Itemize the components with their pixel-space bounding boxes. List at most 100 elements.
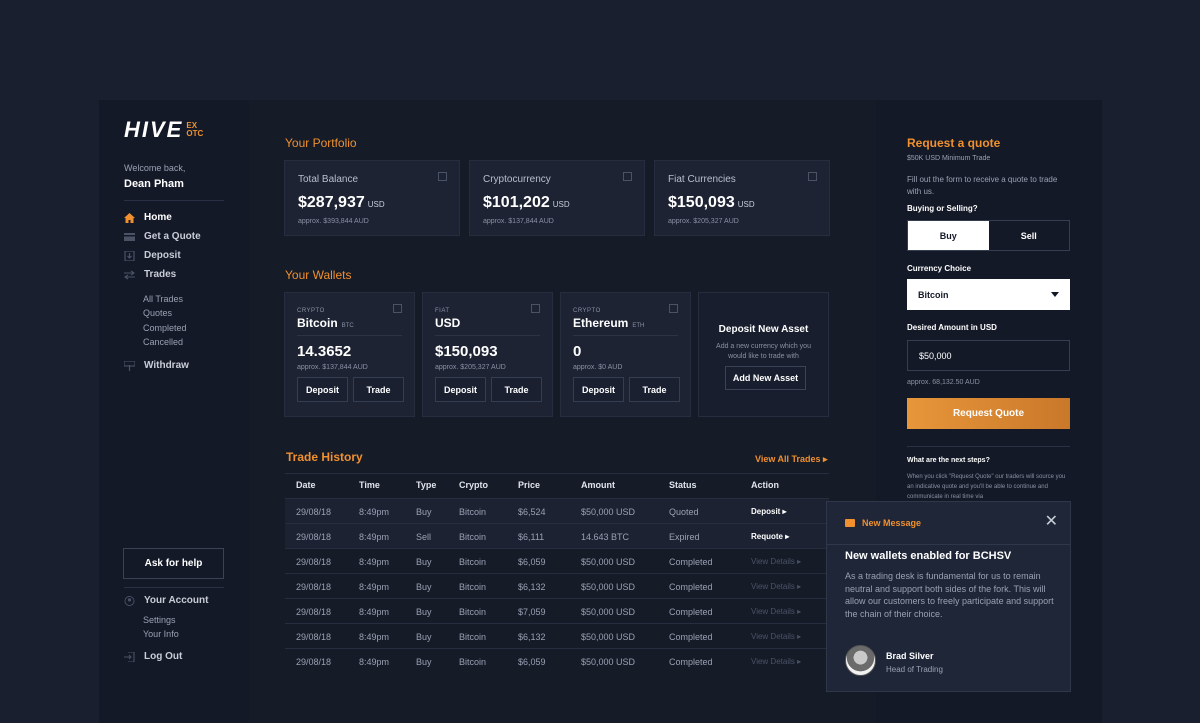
external-link-icon[interactable]	[808, 172, 817, 181]
nav-trades[interactable]: Trades	[124, 269, 176, 280]
row-action-link[interactable]: View Details ▸	[751, 657, 801, 666]
trade-button[interactable]: Trade	[353, 377, 404, 402]
nav-home[interactable]: Home	[124, 212, 172, 223]
card-unit: USD	[737, 200, 755, 209]
deposit-button[interactable]: Deposit	[573, 377, 624, 402]
brand-badge: EX OTC	[186, 122, 203, 138]
cell-time: 8:49pm	[359, 557, 390, 567]
col-price[interactable]: Price	[518, 480, 540, 490]
cell-time: 8:49pm	[359, 582, 390, 592]
chevron-right-icon: ▸	[823, 454, 828, 464]
ask-for-help-button[interactable]: Ask for help	[123, 548, 224, 579]
nav-quotes[interactable]: Quotes	[143, 308, 172, 318]
row-action-link[interactable]: Requote ▸	[751, 532, 789, 541]
row-action-link[interactable]: View Details ▸	[751, 632, 801, 641]
col-crypto[interactable]: Crypto	[459, 480, 488, 490]
cell-type: Sell	[416, 532, 432, 542]
table-row: 29/08/18 8:49pm Buy Bitcoin $6,059 $50,000 US…	[285, 648, 829, 673]
new-asset-title: Deposit New Asset	[718, 324, 809, 335]
cell-crypto: Bitcoin	[459, 632, 487, 642]
cell-crypto: Bitcoin	[459, 557, 487, 567]
nav-logout-label: Log Out	[144, 651, 183, 662]
nav-deposit-label: Deposit	[144, 250, 181, 261]
cell-status: Completed	[669, 632, 713, 642]
cell-crypto: Bitcoin	[459, 507, 487, 517]
divider	[297, 335, 402, 336]
external-link-icon[interactable]	[438, 172, 447, 181]
nav-your-info[interactable]: Your Info	[143, 629, 179, 639]
wallet-name-text: Bitcoin	[297, 316, 338, 330]
col-status[interactable]: Status	[669, 480, 697, 490]
nav-deposit[interactable]: Deposit	[124, 250, 181, 261]
nav-your-account[interactable]: Your Account	[124, 595, 208, 606]
add-new-asset-button[interactable]: Add New Asset	[725, 366, 806, 390]
wallet-name-text: USD	[435, 316, 461, 330]
nav-all-trades[interactable]: All Trades	[143, 294, 183, 304]
card-unit: USD	[552, 200, 570, 209]
nav-withdraw[interactable]: Withdraw	[124, 360, 189, 371]
portfolio-card-crypto[interactable]: Cryptocurrency $101,202 USD approx. $137,…	[469, 160, 645, 236]
external-link-icon[interactable]	[623, 172, 632, 181]
cell-price: $6,524	[518, 507, 546, 517]
portfolio-card-total[interactable]: Total Balance $287,937 USD approx. $393,8…	[284, 160, 460, 236]
col-type[interactable]: Type	[416, 480, 436, 490]
deposit-button[interactable]: Deposit	[435, 377, 486, 402]
trade-button[interactable]: Trade	[491, 377, 542, 402]
card-value: $101,202 USD	[483, 194, 570, 212]
col-action[interactable]: Action	[751, 480, 779, 490]
cell-date: 29/08/18	[296, 557, 332, 567]
brand-badge-bottom: OTC	[186, 129, 204, 138]
welcome-text: Welcome back,	[124, 163, 186, 173]
wallet-card-bitcoin: CRYPTO Bitcoin BTC 14.3652 approx. $137,8…	[284, 292, 415, 417]
row-action-link[interactable]: View Details ▸	[751, 557, 801, 566]
nav-logout[interactable]: Log Out	[124, 651, 182, 662]
nav-completed[interactable]: Completed	[143, 323, 187, 333]
trade-button[interactable]: Trade	[629, 377, 680, 402]
cell-time: 8:49pm	[359, 607, 390, 617]
row-action-link[interactable]: View Details ▸	[751, 582, 801, 591]
portfolio-card-fiat[interactable]: Fiat Currencies $150,093 USD approx. $205…	[654, 160, 830, 236]
buy-sell-label: Buying or Selling?	[907, 204, 978, 213]
currency-select[interactable]: Bitcoin	[907, 279, 1070, 310]
close-icon[interactable]: ✕	[1045, 514, 1058, 530]
quote-description: Fill out the form to receive a quote to …	[907, 175, 1058, 196]
row-action-link[interactable]: View Details ▸	[751, 607, 801, 616]
trades-icon	[124, 270, 135, 279]
col-amount[interactable]: Amount	[581, 480, 615, 490]
col-date[interactable]: Date	[296, 480, 316, 490]
next-steps-desc: When you click "Request Quote" our trade…	[907, 474, 1066, 500]
view-all-trades-link[interactable]: View All Trades ▸	[755, 454, 828, 465]
nav-cancelled[interactable]: Cancelled	[143, 337, 183, 347]
card-amount: $150,093	[668, 194, 735, 211]
row-action-link[interactable]: Deposit ▸	[751, 507, 787, 516]
account-icon	[124, 595, 135, 606]
wallet-approx: approx. $137,844 AUD	[297, 364, 368, 371]
external-link-icon[interactable]	[531, 304, 540, 313]
request-quote-button[interactable]: Request Quote	[907, 398, 1070, 429]
nav-get-quote[interactable]: Get a Quote	[124, 231, 201, 242]
sell-option[interactable]: Sell	[989, 221, 1070, 250]
cell-crypto: Bitcoin	[459, 582, 487, 592]
portfolio-title: Your Portfolio	[285, 136, 357, 150]
cell-amount: $50,000 USD	[581, 557, 636, 567]
nav-settings[interactable]: Settings	[143, 615, 176, 625]
deposit-icon	[124, 250, 135, 261]
card-approx: approx. $393,844 AUD	[298, 218, 369, 225]
wallet-name: Bitcoin BTC	[297, 316, 354, 330]
next-steps-title: What are the next steps?	[907, 457, 990, 464]
external-link-icon[interactable]	[393, 304, 402, 313]
cell-time: 8:49pm	[359, 507, 390, 517]
cell-price: $7,059	[518, 607, 546, 617]
buy-option[interactable]: Buy	[908, 221, 989, 250]
deposit-button[interactable]: Deposit	[297, 377, 348, 402]
amount-input[interactable]	[907, 340, 1070, 371]
card-label: Fiat Currencies	[668, 174, 736, 185]
cell-crypto: Bitcoin	[459, 607, 487, 617]
new-message-popup: New Message ✕ New wallets enabled for BC…	[826, 501, 1071, 692]
col-time[interactable]: Time	[359, 480, 380, 490]
brand-logo[interactable]: HIVE EX OTC	[124, 117, 203, 142]
nav-your-account-label: Your Account	[144, 595, 209, 606]
external-link-icon[interactable]	[669, 304, 678, 313]
nav-get-quote-label: Get a Quote	[144, 231, 201, 242]
minimum-trade-text: $50K USD Minimum Trade	[907, 155, 991, 162]
